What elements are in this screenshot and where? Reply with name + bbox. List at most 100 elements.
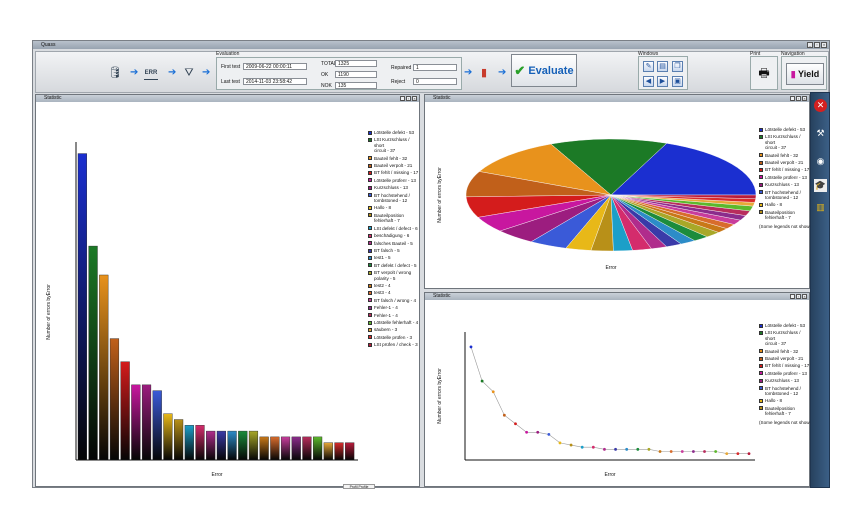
legend-swatch [368, 283, 372, 288]
x-axis-label: Error [211, 472, 222, 478]
close-icon[interactable]: × [802, 96, 807, 101]
funnel-icon[interactable]: ⛛ [182, 66, 196, 80]
window-doc-icon[interactable]: ▣ [672, 76, 683, 87]
window-prev-icon[interactable]: ◀ [643, 76, 654, 87]
books-icon[interactable]: ▥ [814, 201, 827, 214]
total-field[interactable]: 1325 [335, 60, 377, 67]
panel-title-bar: Statistic _ ▫ × [36, 95, 419, 102]
legend-swatch [368, 233, 372, 238]
window-next-icon[interactable]: ▶ [657, 76, 668, 87]
checkmark-icon: ✔ [514, 62, 526, 78]
legend-label: LSt prüfen / check - 3 [374, 342, 418, 348]
legend-swatch [368, 213, 372, 218]
last-test-field[interactable]: 2014-11-03 23:58:42 [243, 78, 307, 85]
bar [345, 442, 355, 461]
panel-title: Statistic [433, 95, 451, 101]
navigation-group: ▮ Yield [781, 56, 827, 90]
close-icon[interactable]: × [802, 294, 807, 299]
graduation-icon[interactable]: 🎓 [814, 179, 827, 192]
legend-item: BT hochstehend / tombstoned - 12 [759, 190, 811, 201]
legend-item: LSt Kurzschluss / short circuit - 37 [368, 137, 420, 153]
error-icon[interactable]: ERR [144, 66, 158, 80]
legend-swatch [759, 378, 763, 383]
bar-chart: Error Number of errors byError [46, 142, 358, 478]
legend-label: Bauteil fehlt - 32 [765, 152, 799, 158]
legend-swatch [759, 356, 763, 361]
yield-button[interactable]: ▮ Yield [786, 63, 824, 85]
legend-item: Lötstelle defekt - 53 [759, 127, 811, 132]
window-tile-icon[interactable]: ▤ [657, 61, 668, 72]
legend-label: Kurzschluss - 13 [374, 185, 408, 191]
legend-label: Lötstelle defekt - 53 [374, 130, 415, 135]
bar [77, 153, 87, 461]
legend-swatch [759, 331, 763, 335]
data-point [469, 345, 473, 349]
legend-swatch [759, 190, 763, 195]
minimize-icon[interactable]: _ [400, 96, 405, 101]
arrow-right-icon: ➔ [498, 67, 507, 78]
evaluation-group: First test 2009-06-22 00:00:11 Last test… [216, 57, 462, 90]
legend-label: LSt Kurzschluss / short circuit - 37 [374, 137, 410, 154]
legend-item: BT hochstehend / tombstoned - 12 [759, 386, 811, 397]
legend-swatch [368, 327, 372, 332]
restore-icon[interactable]: ▫ [796, 96, 801, 101]
legend-swatch [368, 270, 372, 275]
legend-item: Kurzschluss - 13 [368, 185, 420, 190]
restore-icon[interactable]: ▫ [814, 42, 820, 48]
first-test-field[interactable]: 2009-06-22 00:00:11 [243, 63, 307, 70]
legend-swatch [368, 255, 372, 260]
legend-label: Bauteil fehlt - 32 [374, 155, 408, 161]
close-icon[interactable]: × [821, 42, 827, 48]
data-point [669, 450, 673, 453]
stop-icon[interactable]: ✕ [814, 99, 827, 112]
window-cascade-icon[interactable]: ❐ [672, 61, 683, 72]
legend-item: Lötstelle defekt - 53 [368, 130, 420, 135]
restore-icon[interactable]: ▫ [406, 96, 411, 101]
legend-item: Fehler-1 - 4 [368, 313, 420, 318]
legend-swatch [759, 364, 763, 369]
restore-icon[interactable]: ▫ [796, 294, 801, 299]
legend-label: Lötstelle defekt - 53 [765, 127, 806, 132]
close-icon[interactable]: × [412, 96, 417, 101]
yield-label: Yield [798, 69, 820, 79]
minimize-icon[interactable]: _ [790, 96, 795, 101]
legend-item: BT fehlt / missing - 17 [759, 167, 811, 172]
nok-field[interactable]: 135 [335, 82, 377, 89]
print-button[interactable]: 🖶 [750, 56, 778, 90]
bar [184, 425, 194, 461]
ok-field[interactable]: 1190 [335, 71, 377, 78]
arrow-right-icon: ➔ [130, 67, 139, 78]
legend-item: BT verpolt / wrong polarity - 5 [368, 270, 420, 281]
arrow-right-icon: ➔ [464, 67, 473, 78]
bar [120, 361, 130, 461]
disk-icon[interactable]: ◉ [814, 155, 827, 168]
user-tools-icon[interactable]: ⚒ [814, 127, 827, 140]
minimize-icon[interactable]: _ [807, 42, 813, 48]
database-icon[interactable]: 🛢 [108, 66, 122, 80]
last-test-label: Last test [221, 79, 240, 85]
panel-title-bar: Statistic _ ▫ × [425, 95, 809, 102]
evaluate-button[interactable]: ✔ Evaluate [511, 54, 577, 87]
window-edit-icon[interactable]: ✎ [643, 61, 654, 72]
minimize-icon[interactable]: _ [790, 294, 795, 299]
data-point [636, 447, 640, 451]
bar [109, 338, 120, 461]
legend-item: falsches Bauteil - 5 [368, 241, 420, 246]
legend-label: LSt defekt / defect - 6 [374, 225, 418, 231]
legend-label: Bauteilposition fehlerhaft - 7 [374, 212, 404, 224]
repaired-field[interactable]: 1 [413, 64, 457, 71]
legend-swatch [368, 171, 372, 176]
data-point [692, 450, 695, 453]
legend-item: BT fehlt / missing - 17 [759, 363, 811, 368]
data-point [658, 450, 662, 453]
chart-icon[interactable]: ▮ [477, 66, 491, 80]
printer-icon: 🖶 [758, 66, 770, 80]
reject-field[interactable]: 0 [413, 78, 457, 85]
legend-label: Lötstelle defekt - 53 [765, 323, 806, 328]
legend-swatch [368, 178, 372, 183]
legend-label: BT verpolt / wrong polarity - 5 [374, 270, 412, 281]
bottom-tag: Profil Profile [343, 484, 375, 489]
bar [248, 430, 259, 461]
legend-item: Lötstelle prüfen - 3 [368, 335, 420, 340]
bar [163, 413, 173, 461]
